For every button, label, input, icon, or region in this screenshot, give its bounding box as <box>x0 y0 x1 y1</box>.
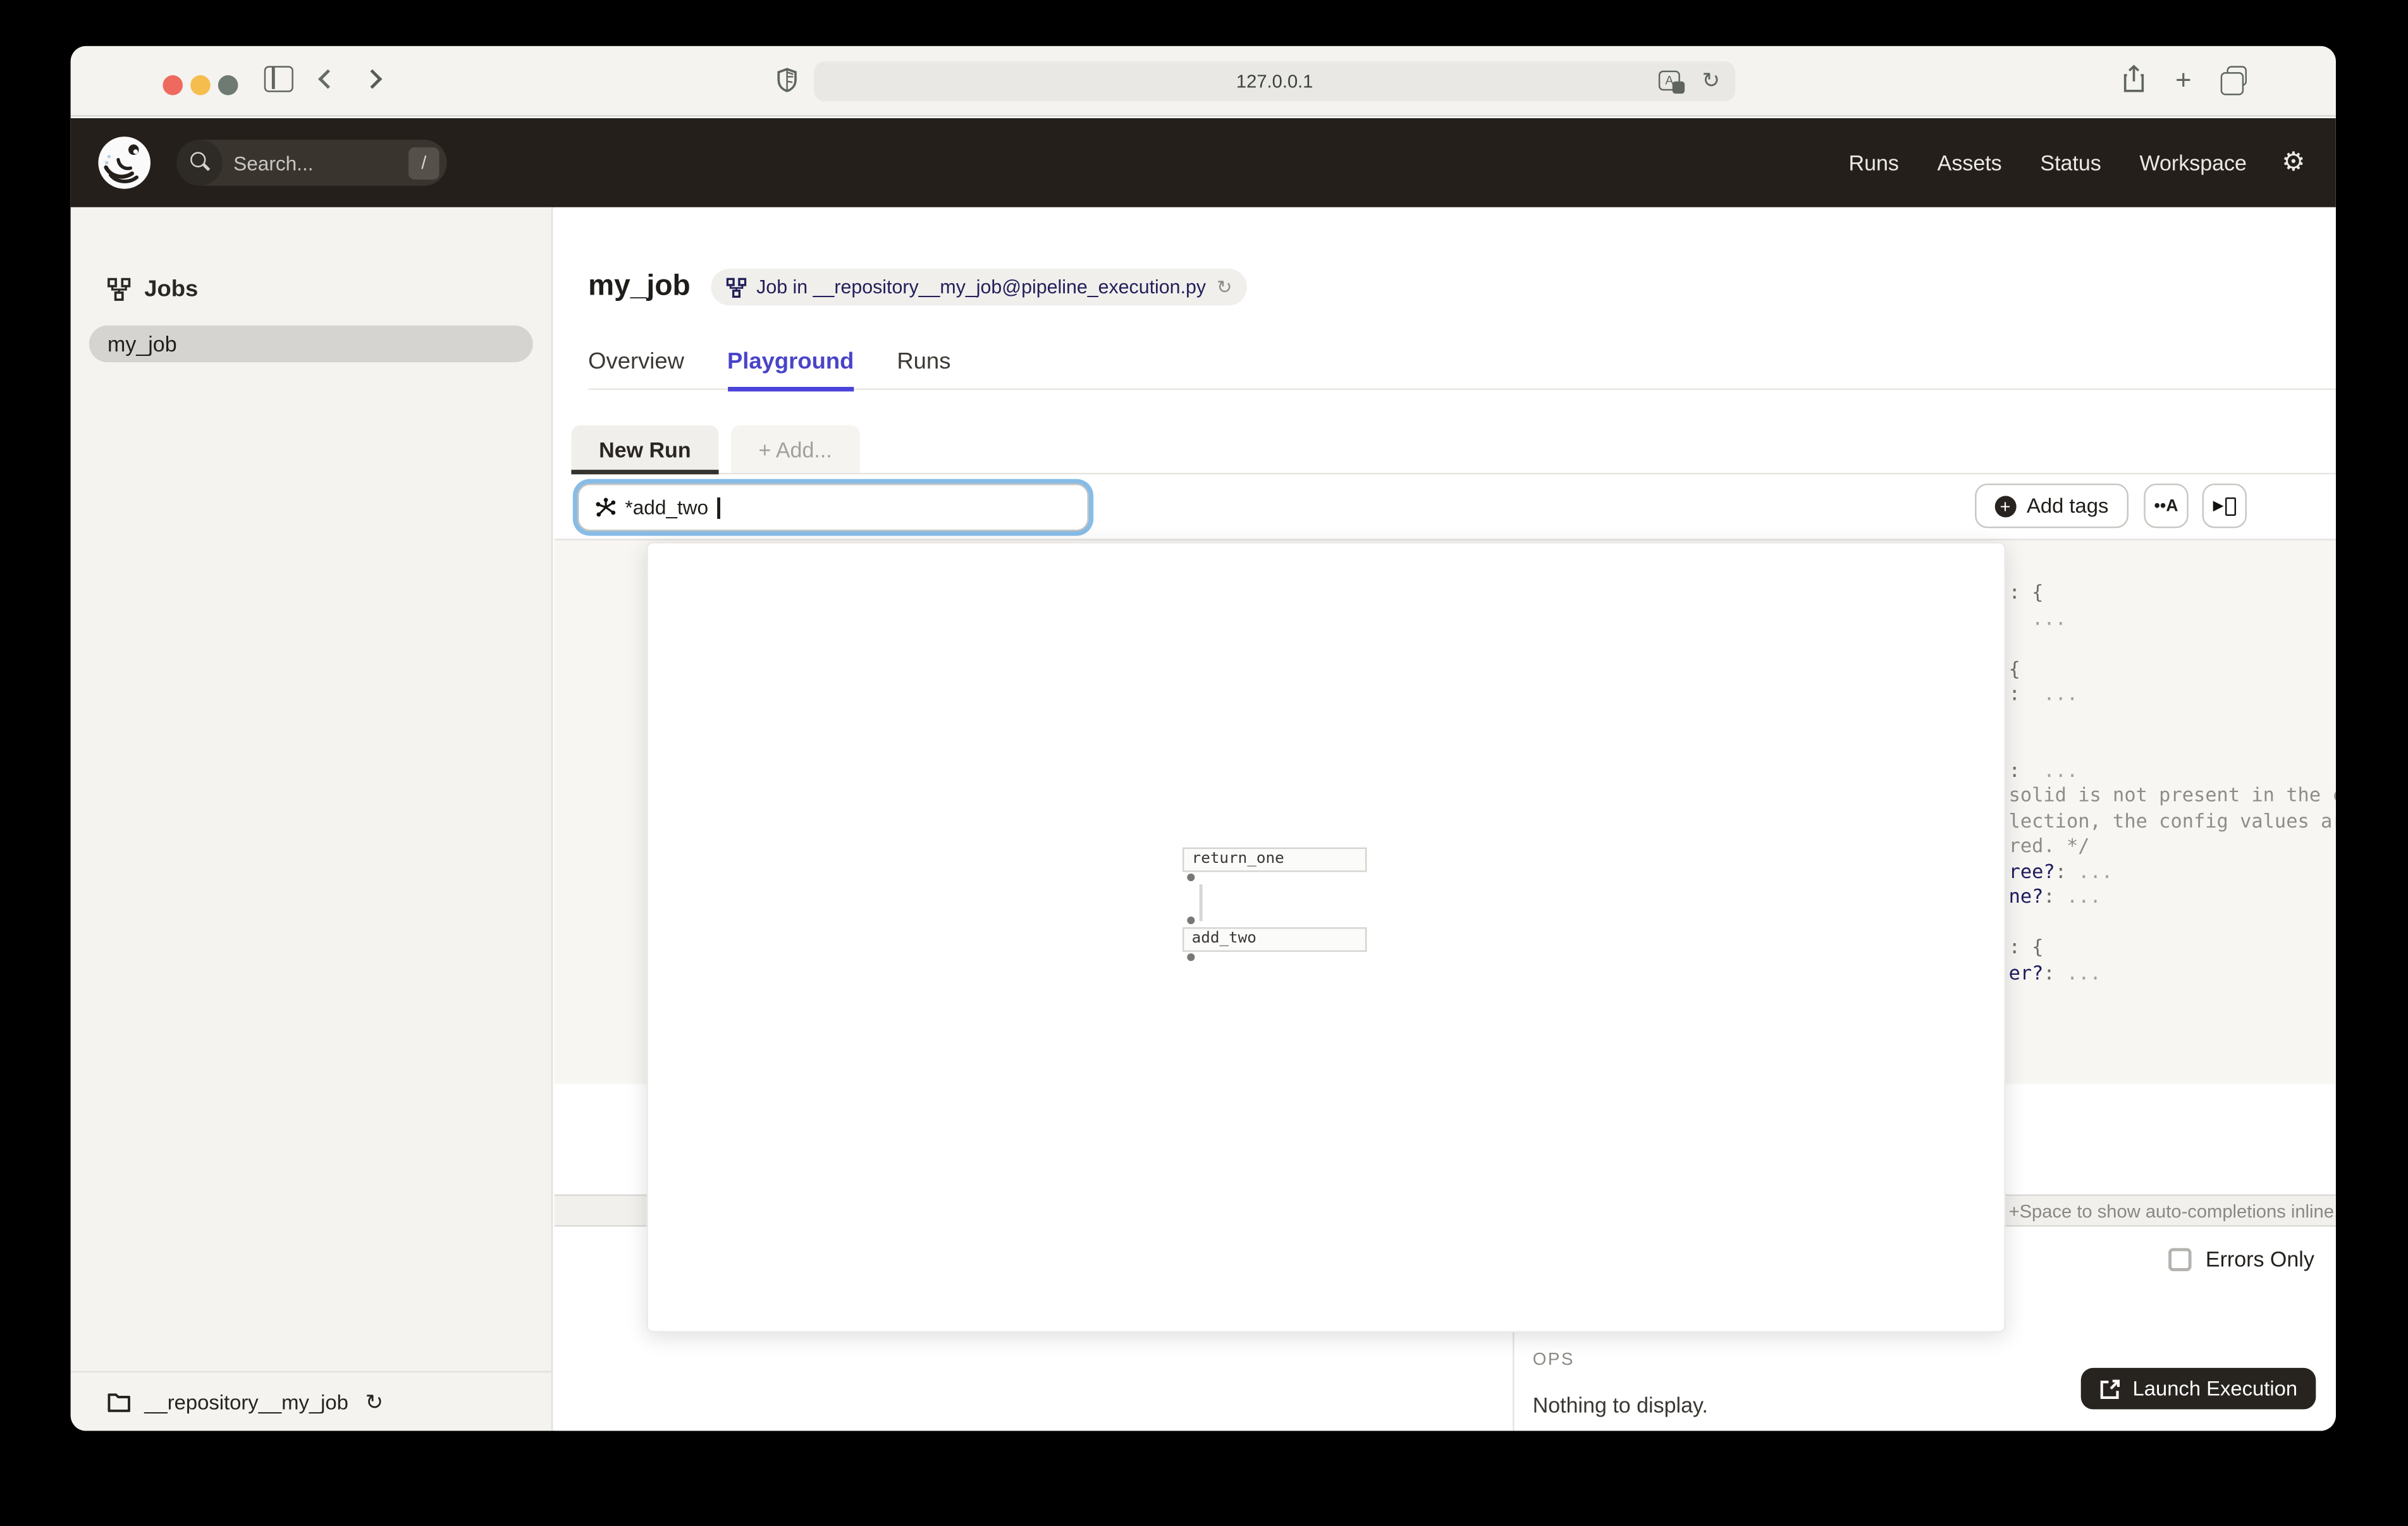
app-nav: Runs Assets Status Workspace <box>1849 118 2247 207</box>
search-placeholder: Search... <box>233 151 408 174</box>
repository-reload-icon[interactable]: ↻ <box>366 1389 383 1415</box>
sidebar-jobs-header: Jobs <box>108 276 198 302</box>
sidebar-title: Jobs <box>144 276 198 302</box>
forward-icon[interactable] <box>362 70 382 89</box>
url-text: 127.0.0.1 <box>814 71 1735 92</box>
op-selector-value: *add_two <box>625 496 708 518</box>
page-title: my_job <box>588 270 691 303</box>
app-header: Search... / Runs Assets Status Workspace… <box>71 118 2336 207</box>
job-badge-label: Job in __repository__my_job@pipeline_exe… <box>756 276 1206 298</box>
ops-empty-text: Nothing to display. <box>1533 1393 1708 1417</box>
input-dot <box>1187 917 1195 924</box>
share-icon[interactable] <box>2122 64 2145 94</box>
add-tags-button[interactable]: + Add tags <box>1974 484 2128 528</box>
graph-node-return-one[interactable]: return_one <box>1182 848 1367 872</box>
repository-name: __repository__my_job <box>144 1390 348 1413</box>
config-editor-line: red. */ <box>2009 834 2336 859</box>
job-badge-reload-icon[interactable]: ↻ <box>1217 276 1232 298</box>
back-icon[interactable] <box>318 70 338 89</box>
config-editor-line: : { <box>2009 935 2336 960</box>
text-cursor <box>718 497 720 518</box>
panel-bar-icon <box>2225 497 2236 515</box>
translate-icon[interactable]: A <box>1659 71 1680 91</box>
tab-playground[interactable]: Playground <box>727 348 854 388</box>
play-icon: ▶ <box>2213 497 2224 515</box>
launch-execution-label: Launch Execution <box>2132 1377 2297 1400</box>
autocomplete-hint: +Space to show auto-completions inline. <box>2009 1200 2336 1222</box>
tab-overview[interactable]: Overview <box>588 348 684 388</box>
errors-only-label: Errors Only <box>2206 1247 2314 1271</box>
nav-assets[interactable]: Assets <box>1938 150 2002 175</box>
search-icon <box>176 140 223 186</box>
config-editor-line: ree?: ... <box>2009 859 2336 884</box>
session-tab-label: New Run <box>599 437 691 461</box>
title-row: my_job Job in __repository__my_job@pipel… <box>588 269 1248 305</box>
sidebar-repository-row[interactable]: __repository__my_job ↻ <box>71 1371 551 1431</box>
zoom-window-button[interactable] <box>218 75 238 95</box>
jobs-icon <box>108 278 130 301</box>
page-reload-icon[interactable]: ↻ <box>1702 68 1720 94</box>
graph-preview-popover[interactable]: return_one add_two <box>646 542 2005 1333</box>
config-editor-line: : { <box>2009 580 2336 606</box>
new-tab-icon[interactable]: + <box>2175 68 2192 92</box>
address-bar[interactable]: 127.0.0.1 A ↻ <box>814 61 1735 101</box>
session-tab-new-run[interactable]: New Run <box>571 425 718 473</box>
config-editor-line: ne?: ... <box>2009 884 2336 910</box>
config-editor-line: solid is not present in the current <box>2009 783 2336 809</box>
session-add-tab-button[interactable]: + Add... <box>731 425 860 473</box>
search-shortcut-badge: / <box>408 147 439 179</box>
dagster-logo[interactable] <box>95 133 154 192</box>
tab-runs[interactable]: Runs <box>897 348 950 388</box>
main-content: my_job Job in __repository__my_job@pipel… <box>555 207 2336 1431</box>
config-editor-line: : ... <box>2009 681 2336 707</box>
config-editor-line: { <box>2009 656 2336 681</box>
browser-toolbar: 127.0.0.1 A ↻ + <box>71 46 2336 117</box>
add-tags-label: Add tags <box>2027 494 2108 517</box>
nav-runs[interactable]: Runs <box>1849 150 1899 175</box>
op-selector-row: *add_two + Add tags ••A ▶ <box>555 474 2336 540</box>
launch-icon <box>2099 1378 2120 1400</box>
gear-icon[interactable]: ⚙ <box>2282 147 2305 178</box>
config-editor-line: : ... <box>2009 757 2336 783</box>
shield-icon[interactable] <box>777 68 797 92</box>
nav-status[interactable]: Status <box>2040 150 2101 175</box>
graph-edge <box>1200 884 1202 921</box>
sidebar: Jobs my_job __repository__my_job ↻ <box>71 207 553 1431</box>
nav-workspace[interactable]: Workspace <box>2140 150 2247 175</box>
launch-execution-button[interactable]: Launch Execution <box>2080 1368 2316 1410</box>
output-dot <box>1187 874 1195 881</box>
tab-overview-icon[interactable] <box>2227 66 2247 86</box>
graph-node-add-two[interactable]: add_two <box>1182 927 1367 952</box>
ops-section-heading: OPS <box>1533 1351 1575 1369</box>
output-dot <box>1187 953 1195 961</box>
config-editor-line: er?: ... <box>2009 960 2336 986</box>
sidebar-item-my-job[interactable]: my_job <box>89 326 533 362</box>
autocomplete-mode-button[interactable]: ••A <box>2144 484 2188 528</box>
session-tab-bar: New Run + Add... <box>571 425 2335 475</box>
errors-only-toggle[interactable]: Errors Only <box>2169 1247 2314 1271</box>
browser-window: 127.0.0.1 A ↻ + <box>71 46 2336 1431</box>
op-graph-icon <box>596 497 616 518</box>
job-icon <box>726 277 746 297</box>
config-editor-line: ... <box>2009 606 2336 631</box>
screen: 127.0.0.1 A ↻ + <box>0 0 2408 1526</box>
errors-only-checkbox[interactable] <box>2169 1247 2192 1270</box>
job-badge[interactable]: Job in __repository__my_job@pipeline_exe… <box>710 269 1248 305</box>
folder-icon <box>108 1391 130 1412</box>
config-editor-lines: : { ...{: ...: ...solid is not present i… <box>2009 580 2336 986</box>
session-add-label: + Add... <box>758 437 832 461</box>
browser-sidebar-icon[interactable] <box>264 66 293 92</box>
toggle-panel-button[interactable]: ▶ <box>2202 484 2247 528</box>
close-window-button[interactable] <box>163 75 183 95</box>
search-input[interactable]: Search... / <box>176 140 446 186</box>
minimize-window-button[interactable] <box>190 75 211 95</box>
config-editor-line: lection, the config values are allowed <box>2009 809 2336 834</box>
page-tabs: Overview Playground Runs <box>588 348 2336 390</box>
plus-circle-icon: + <box>1994 495 2016 516</box>
op-selector-input[interactable]: *add_two <box>577 484 1089 531</box>
